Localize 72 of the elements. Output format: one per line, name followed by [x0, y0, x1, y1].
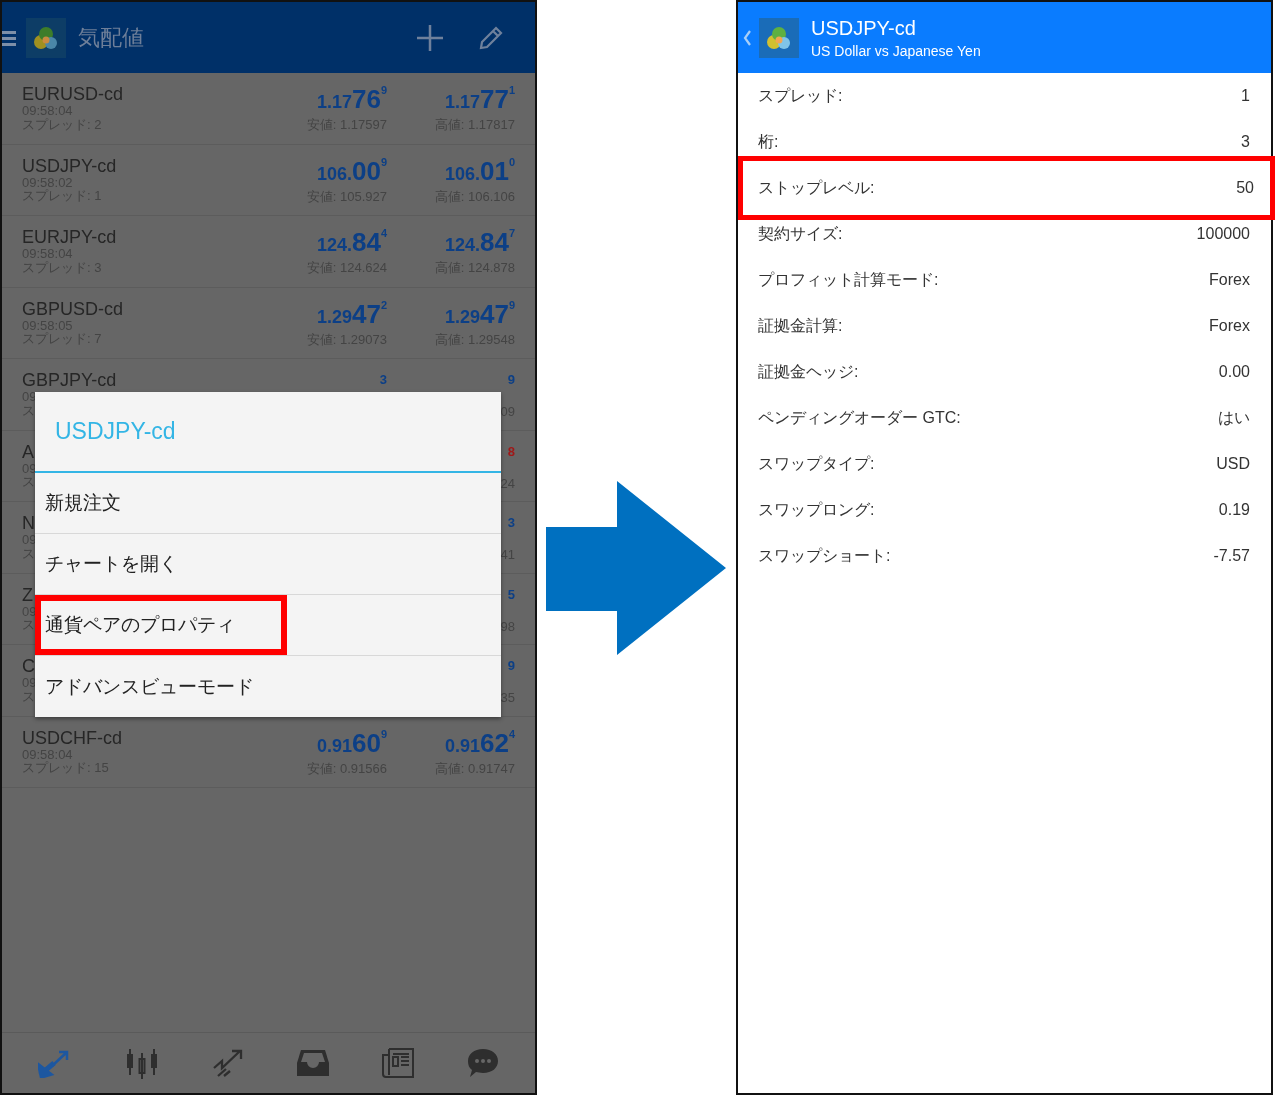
bid-price: 106.00$^{9}$	[316, 156, 387, 184]
ask-price: 9	[507, 659, 515, 672]
menu-icon[interactable]	[2, 29, 16, 46]
menu-item[interactable]: チャートを開く	[35, 534, 501, 595]
property-label: スプレッド:	[758, 85, 843, 106]
ask-price: 3	[507, 516, 515, 529]
bid-price: 1.2947$^{2}$	[316, 299, 387, 327]
property-label: ストップレベル:	[758, 177, 875, 198]
ask-price: 5	[507, 587, 515, 601]
symbol-name: A	[22, 442, 35, 461]
symbol-name: N	[22, 514, 36, 532]
newspaper-icon	[381, 1048, 414, 1078]
property-value: -7.57	[1213, 547, 1250, 565]
property-value: 100000	[1196, 225, 1250, 243]
ask-price: 9	[507, 373, 515, 386]
property-label: プロフィット計算モード:	[758, 269, 939, 290]
dialog-title: USDJPY-cd	[35, 392, 501, 473]
symbol-name: GBPUSD-cd	[22, 299, 124, 318]
ask-price: 1.1777$^{1}$	[444, 85, 515, 112]
candlestick-icon	[125, 1047, 160, 1079]
add-icon[interactable]	[415, 22, 445, 53]
bid-price: 1.1776$^{9}$	[316, 85, 387, 112]
ask-price: 8	[507, 444, 515, 458]
property-label: スワップショート:	[758, 545, 891, 566]
nav-tab[interactable]	[125, 1047, 160, 1079]
inbox-icon	[296, 1049, 329, 1077]
menu-item[interactable]: 新規注文	[35, 473, 501, 534]
nav-tab[interactable]	[296, 1049, 329, 1077]
symbol-name: USDJPY-cd	[22, 156, 117, 175]
property-label: 桁:	[758, 131, 779, 152]
property-label: 証拠金計算:	[758, 315, 843, 336]
screen-title: USDJPY-cd	[811, 16, 917, 40]
menu-item[interactable]: アドバンスビューモード	[35, 656, 501, 717]
bid-price: 0.9160$^{9}$	[316, 728, 387, 756]
screen-title: 気配値	[78, 23, 144, 52]
symbol-name: GBPJPY-cd	[22, 371, 117, 389]
property-value: 50	[1236, 179, 1254, 197]
property-value: 0.19	[1218, 501, 1250, 519]
property-label: ペンディングオーダー GTC:	[758, 407, 961, 428]
bid-price: 124.84$^{4}$	[316, 228, 387, 255]
nav-tab[interactable]	[212, 1048, 245, 1078]
ask-price: 106.01$^{0}$	[444, 156, 515, 184]
nav-tab[interactable]	[466, 1048, 499, 1078]
property-value: はい	[1218, 407, 1250, 428]
property-label: スワップロング:	[758, 499, 875, 520]
property-value: 3	[1241, 133, 1250, 151]
property-value: Forex	[1209, 317, 1250, 335]
property-label: 証拠金ヘッジ:	[758, 361, 859, 382]
menu-item[interactable]: 通貨ペアのプロパティ	[35, 595, 501, 656]
trend-up-icon	[212, 1048, 245, 1078]
right-arrow-icon	[546, 480, 727, 655]
chat-icon	[466, 1048, 499, 1078]
ask-price: 0.9162$^{4}$	[444, 728, 515, 756]
app-logo-icon	[26, 17, 66, 58]
bid-price: 3	[379, 373, 387, 386]
back-icon[interactable]	[743, 29, 751, 46]
screen-subtitle: US Dollar vs Japanese Yen	[811, 42, 981, 59]
app-logo-icon	[759, 17, 799, 58]
symbol-name: Z	[22, 585, 34, 604]
ask-price: 124.84$^{7}$	[444, 228, 515, 255]
property-value: 0.00	[1218, 363, 1250, 381]
property-label: 契約サイズ:	[758, 223, 843, 244]
property-value: Forex	[1209, 271, 1250, 289]
symbol-name: EURUSD-cd	[22, 85, 123, 103]
nav-tab[interactable]	[381, 1048, 414, 1078]
symbol-name: C	[22, 657, 36, 675]
ask-price: 1.2947$^{9}$	[444, 299, 515, 327]
symbol-name: USDCHF-cd	[22, 728, 122, 747]
property-label: スワップタイプ:	[758, 453, 875, 474]
property-value: 1	[1241, 87, 1250, 105]
property-value: USD	[1216, 455, 1250, 473]
symbol-name: EURJPY-cd	[22, 228, 117, 246]
